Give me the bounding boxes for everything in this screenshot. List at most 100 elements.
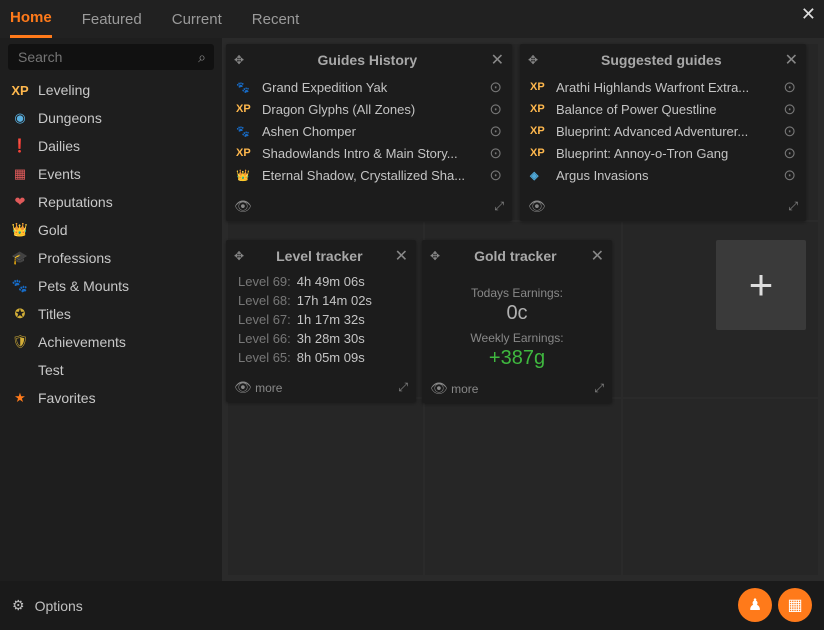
nav-dungeons[interactable]: ◉ Dungeons <box>0 104 222 132</box>
resize-icon[interactable]: ⤢ <box>494 199 504 214</box>
heart-icon: ❤ <box>12 194 28 210</box>
close-widget-icon[interactable]: ✕ <box>591 246 604 266</box>
title-icon: ✪ <box>12 306 28 322</box>
guide-row[interactable]: XP Dragon Glyphs (All Zones) ⊙ <box>232 98 506 120</box>
level-label: Level 66: <box>238 331 291 346</box>
guide-label: Eternal Shadow, Crystallized Sha... <box>262 168 481 183</box>
dungeon-icon: ◉ <box>12 110 28 126</box>
guide-row[interactable]: XP Balance of Power Questline ⊙ <box>526 98 800 120</box>
nav-favorites[interactable]: ★Favorites <box>0 384 222 412</box>
nav-gold[interactable]: 👑Gold <box>0 216 222 244</box>
eye-icon[interactable]: 👁 <box>234 198 252 215</box>
today-earnings-value: 0c <box>422 302 612 325</box>
weekly-earnings-label: Weekly Earnings: <box>422 331 612 345</box>
round-button-1[interactable]: ♟ <box>738 588 772 622</box>
tab-current[interactable]: Current <box>172 0 222 38</box>
level-time: 3h 28m 30s <box>297 331 365 346</box>
xp-icon: XP <box>530 125 548 137</box>
level-label: Level 65: <box>238 350 291 365</box>
blank-icon <box>12 362 28 378</box>
guide-label: Blueprint: Annoy-o-Tron Gang <box>556 146 775 161</box>
close-widget-icon[interactable]: ✕ <box>491 50 504 70</box>
nav-label: Pets & Mounts <box>38 278 129 294</box>
level-label: Level 68: <box>238 293 291 308</box>
weekly-earnings-value: +387g <box>422 347 612 370</box>
nav-label: Leveling <box>38 82 90 98</box>
widget-guides-history: ✥ Guides History ✕ 🐾 Grand Expedition Ya… <box>226 44 512 221</box>
drag-icon[interactable]: ✥ <box>528 53 538 67</box>
resize-icon[interactable]: ⤢ <box>398 380 408 395</box>
close-widget-icon[interactable]: ✕ <box>395 246 408 266</box>
nav-professions[interactable]: 🎓Professions <box>0 244 222 272</box>
nav-leveling[interactable]: XPLeveling <box>0 76 222 104</box>
nav-achievements[interactable]: 🛡Achievements <box>0 328 222 356</box>
search-input[interactable] <box>8 44 214 70</box>
guide-row[interactable]: 🐾 Ashen Chomper ⊙ <box>232 120 506 142</box>
calendar-icon: ▦ <box>12 166 28 182</box>
add-widget-button[interactable]: + <box>716 240 806 330</box>
chevron-right-icon: ⊙ <box>489 166 502 184</box>
level-row: Level 65: 8h 05m 09s <box>232 348 410 367</box>
nav-label: Dungeons <box>38 110 102 126</box>
close-widget-icon[interactable]: ✕ <box>785 50 798 70</box>
level-row: Level 66: 3h 28m 30s <box>232 329 410 348</box>
eye-icon[interactable]: 👁 <box>430 380 448 396</box>
chevron-right-icon: ⊙ <box>783 144 796 162</box>
guide-row[interactable]: 🐾 Grand Expedition Yak ⊙ <box>232 76 506 98</box>
guide-label: Arathi Highlands Warfront Extra... <box>556 80 775 95</box>
close-icon[interactable]: ✕ <box>801 4 816 25</box>
star-icon: ★ <box>12 390 28 406</box>
chevron-right-icon: ⊙ <box>783 100 796 118</box>
more-link[interactable]: more <box>451 382 478 396</box>
round-button-grid[interactable]: ▦ <box>778 588 812 622</box>
nav-label: Titles <box>38 306 71 322</box>
resize-icon[interactable]: ⤢ <box>788 199 798 214</box>
widget-title: Level tracker <box>250 248 389 264</box>
nav-label: Dailies <box>38 138 80 154</box>
widget-gold-tracker: ✥ Gold tracker ✕ Todays Earnings: 0c Wee… <box>422 240 612 403</box>
guide-row[interactable]: XP Blueprint: Advanced Adventurer... ⊙ <box>526 120 800 142</box>
level-row: Level 67: 1h 17m 32s <box>232 310 410 329</box>
drag-icon[interactable]: ✥ <box>234 249 244 263</box>
more-link[interactable]: more <box>255 381 282 395</box>
content: ✥ Guides History ✕ 🐾 Grand Expedition Ya… <box>222 38 824 581</box>
guide-label: Shadowlands Intro & Main Story... <box>262 146 481 161</box>
nav-test[interactable]: Test <box>0 356 222 384</box>
pet-icon: 🐾 <box>236 81 254 94</box>
tab-home[interactable]: Home <box>10 0 52 38</box>
drag-icon[interactable]: ✥ <box>430 249 440 263</box>
nav-pets[interactable]: 🐾Pets & Mounts <box>0 272 222 300</box>
nav: XPLeveling ◉ Dungeons ❗Dailies ▦Events ❤ R… <box>0 76 222 581</box>
options-button[interactable]: ⚙ Options <box>12 597 83 614</box>
options-label: Options <box>35 598 83 614</box>
nav-events[interactable]: ▦Events <box>0 160 222 188</box>
guide-row[interactable]: ◈ Argus Invasions ⊙ <box>526 164 800 186</box>
chevron-right-icon: ⊙ <box>783 166 796 184</box>
topbar: Home Featured Current Recent ✕ <box>0 0 824 38</box>
tab-featured[interactable]: Featured <box>82 0 142 38</box>
guide-row[interactable]: XP Blueprint: Annoy-o-Tron Gang ⊙ <box>526 142 800 164</box>
crown-icon: 👑 <box>12 222 28 238</box>
nav-label: Achievements <box>38 334 126 350</box>
guide-row[interactable]: 👑 Eternal Shadow, Crystallized Sha... ⊙ <box>232 164 506 186</box>
book-icon: 🎓 <box>12 250 28 266</box>
nav-dailies[interactable]: ❗Dailies <box>0 132 222 160</box>
guide-row[interactable]: XP Shadowlands Intro & Main Story... ⊙ <box>232 142 506 164</box>
pet-icon: 🐾 <box>236 125 254 138</box>
drag-icon[interactable]: ✥ <box>234 53 244 67</box>
eye-icon[interactable]: 👁 <box>528 198 546 215</box>
nav-titles[interactable]: ✪ Titles <box>0 300 222 328</box>
level-time: 8h 05m 09s <box>297 350 365 365</box>
eye-icon[interactable]: 👁 <box>234 379 252 395</box>
tab-recent[interactable]: Recent <box>252 0 300 38</box>
guide-label: Argus Invasions <box>556 168 775 183</box>
guide-row[interactable]: XP Arathi Highlands Warfront Extra... ⊙ <box>526 76 800 98</box>
level-label: Level 67: <box>238 312 291 327</box>
nav-label: Reputations <box>38 194 113 210</box>
chevron-right-icon: ⊙ <box>489 144 502 162</box>
level-label: Level 69: <box>238 274 291 289</box>
resize-icon[interactable]: ⤢ <box>594 381 604 396</box>
tabs: Home Featured Current Recent <box>10 0 299 38</box>
nav-reputations[interactable]: ❤ Reputations <box>0 188 222 216</box>
gold-icon: 👑 <box>236 169 254 182</box>
